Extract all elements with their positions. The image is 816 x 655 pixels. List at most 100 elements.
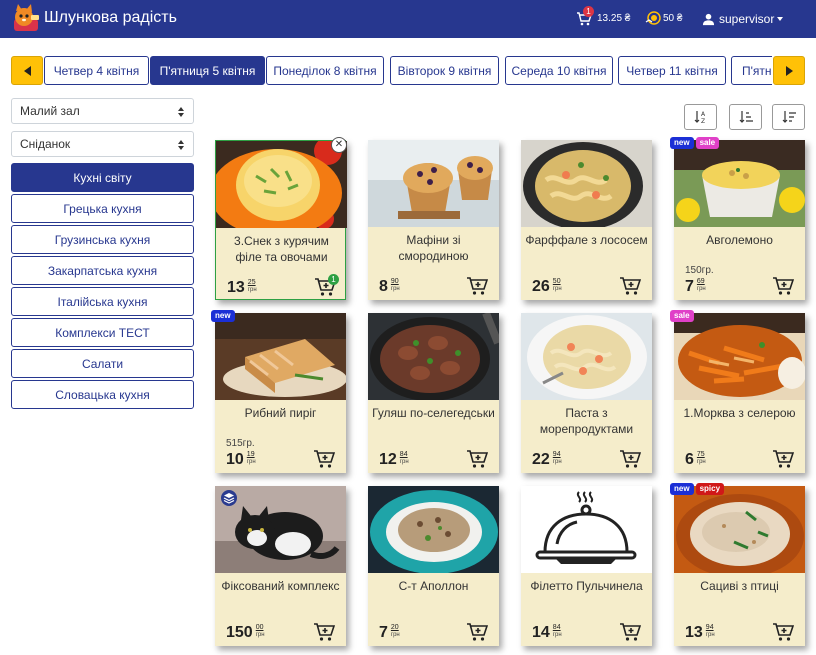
product-card[interactable]: Паста з морепродуктами 22 94 грн bbox=[521, 313, 652, 473]
day-tab-active[interactable]: П'ятниця 5 квітня bbox=[150, 56, 265, 85]
price-kopecks: 94 bbox=[705, 624, 714, 631]
sort-wide-icon bbox=[782, 111, 796, 123]
sort-wide-button[interactable] bbox=[772, 104, 805, 130]
user-name: supervisor bbox=[719, 12, 775, 26]
category-button[interactable]: Грецька кухня bbox=[11, 194, 194, 223]
arrow-left-icon bbox=[23, 65, 31, 76]
price-fraction: 94 грн bbox=[553, 451, 562, 466]
day-tab[interactable]: Вівторок 9 квітня bbox=[390, 56, 499, 85]
product-photo[interactable] bbox=[521, 140, 652, 227]
day-tab[interactable]: П'ятниця 12 квітня bbox=[731, 56, 772, 85]
cat-logo-icon[interactable] bbox=[11, 3, 41, 33]
product-price: 7 69 грн bbox=[685, 278, 706, 298]
product-card[interactable]: Мафіни зі смородиною 8 90 грн bbox=[368, 140, 499, 300]
category-button[interactable]: Закарпатська кухня bbox=[11, 256, 194, 285]
product-card[interactable]: Рибний пиріг 515гр. 10 19 грн new bbox=[211, 310, 346, 473]
price-kopecks: 75 bbox=[696, 451, 705, 458]
product-photo[interactable] bbox=[674, 140, 805, 227]
price-kopecks: 84 bbox=[552, 624, 561, 631]
hall-select[interactable]: Малий зал bbox=[11, 98, 194, 124]
product-photo[interactable] bbox=[368, 313, 499, 400]
next-days-button[interactable] bbox=[773, 56, 805, 85]
product-price: 22 94 грн bbox=[532, 451, 562, 471]
category-button[interactable]: Словацька кухня bbox=[11, 380, 194, 409]
product-card[interactable]: Сациві з птиці 13 94 грн new spicy bbox=[670, 483, 805, 646]
sort-alpha-icon: A Z bbox=[694, 111, 706, 125]
product-card[interactable]: Філетто Пульчинела 14 84 грн bbox=[521, 486, 652, 646]
product-photo[interactable] bbox=[215, 313, 346, 400]
product-card[interactable]: 3.Снек з курячим філе та овочами 13 25 грн 1… bbox=[215, 137, 347, 300]
product-card[interactable]: Фарффале з лососем 26 50 грн bbox=[521, 140, 652, 300]
category-button[interactable]: Італійська кухня bbox=[11, 287, 194, 316]
product-card[interactable]: С-т Аполлон 7 20 грн bbox=[368, 486, 499, 646]
header-cart[interactable]: 1 13.25 ₴ bbox=[576, 6, 636, 28]
add-to-cart-icon[interactable] bbox=[466, 276, 489, 296]
product-photo[interactable] bbox=[216, 141, 347, 228]
product-photo[interactable] bbox=[368, 486, 499, 573]
prev-days-button[interactable] bbox=[11, 56, 43, 85]
product-badges: new spicy bbox=[670, 483, 726, 495]
app-title[interactable]: Шлункова радість bbox=[44, 9, 177, 27]
add-to-cart-icon[interactable] bbox=[313, 449, 336, 469]
sort-amount-button[interactable] bbox=[729, 104, 762, 130]
cart-total: 13.25 ₴ bbox=[597, 13, 631, 24]
price-kopecks: 20 bbox=[390, 624, 399, 631]
product-card[interactable]: Фіксований комплекс 150 00 грн bbox=[215, 486, 346, 646]
product-photo[interactable] bbox=[521, 486, 652, 573]
product-title: Фіксований комплекс bbox=[221, 579, 340, 593]
category-button[interactable]: Салати bbox=[11, 349, 194, 378]
day-tabs: Четвер 4 квітня П'ятниця 5 квітня Понеді… bbox=[44, 56, 772, 85]
category-button[interactable]: Комплекси ТЕСТ bbox=[11, 318, 194, 347]
price-kopecks: 50 bbox=[552, 278, 561, 285]
add-to-cart-icon[interactable] bbox=[772, 449, 795, 469]
price-integer: 150 bbox=[226, 624, 253, 641]
product-photo[interactable] bbox=[674, 313, 805, 400]
close-icon[interactable]: ✕ bbox=[331, 137, 347, 153]
product-card[interactable]: Авголемоно 150гр. 7 69 грн new sale bbox=[670, 137, 805, 300]
header-bonus[interactable]: 50 ₴ bbox=[645, 10, 695, 28]
price-integer: 7 bbox=[379, 624, 388, 641]
add-to-cart-icon[interactable] bbox=[619, 622, 642, 642]
layers-icon bbox=[221, 490, 237, 506]
add-to-cart-icon[interactable] bbox=[772, 622, 795, 642]
day-tab[interactable]: Понеділок 8 квітня bbox=[266, 56, 384, 85]
product-badges: new sale bbox=[670, 137, 721, 149]
product-photo[interactable] bbox=[368, 140, 499, 227]
price-fraction: 94 грн bbox=[706, 624, 715, 639]
user-menu[interactable]: supervisor bbox=[702, 10, 784, 28]
product-photo[interactable] bbox=[674, 486, 805, 573]
add-to-cart-icon[interactable] bbox=[772, 276, 795, 296]
add-to-cart-icon[interactable] bbox=[466, 622, 489, 642]
category-button[interactable]: Грузинська кухня bbox=[11, 225, 194, 254]
price-currency: грн bbox=[255, 632, 265, 638]
product-card[interactable]: Гуляш по-селегедськи 12 84 грн bbox=[368, 313, 499, 473]
price-fraction: 25 грн bbox=[248, 279, 257, 294]
product-price: 13 94 грн bbox=[685, 624, 715, 644]
product-badges: sale bbox=[670, 310, 696, 322]
price-integer: 12 bbox=[379, 451, 397, 468]
price-integer: 13 bbox=[685, 624, 703, 641]
product-card[interactable]: 1.Морква з селерою 6 75 грн sale bbox=[670, 310, 805, 473]
meal-select[interactable]: Сніданок bbox=[11, 131, 194, 157]
product-price: 12 84 грн bbox=[379, 451, 409, 471]
price-integer: 26 bbox=[532, 278, 550, 295]
top-navbar: Шлункова радість 1 13.25 ₴ 50 ₴ supervis… bbox=[0, 0, 816, 38]
add-to-cart-icon[interactable] bbox=[619, 449, 642, 469]
sort-alpha-button[interactable]: A Z bbox=[684, 104, 717, 130]
category-world-cuisine[interactable]: Кухні світу bbox=[11, 163, 194, 192]
add-to-cart-icon[interactable] bbox=[466, 449, 489, 469]
product-title: 1.Морква з селерою bbox=[683, 406, 796, 420]
price-currency: грн bbox=[705, 632, 715, 638]
price-integer: 6 bbox=[685, 451, 694, 468]
arrow-right-icon bbox=[785, 65, 793, 76]
add-to-cart-icon[interactable] bbox=[313, 622, 336, 642]
day-tab[interactable]: Четвер 11 квітня bbox=[618, 56, 726, 85]
price-kopecks: 69 bbox=[696, 278, 705, 285]
day-tab[interactable]: Четвер 4 квітня bbox=[44, 56, 149, 85]
add-to-cart-icon[interactable] bbox=[619, 276, 642, 296]
day-tab[interactable]: Середа 10 квітня bbox=[505, 56, 613, 85]
product-photo[interactable] bbox=[521, 313, 652, 400]
price-currency: грн bbox=[696, 286, 706, 292]
price-currency: грн bbox=[247, 287, 257, 293]
price-currency: грн bbox=[390, 286, 400, 292]
